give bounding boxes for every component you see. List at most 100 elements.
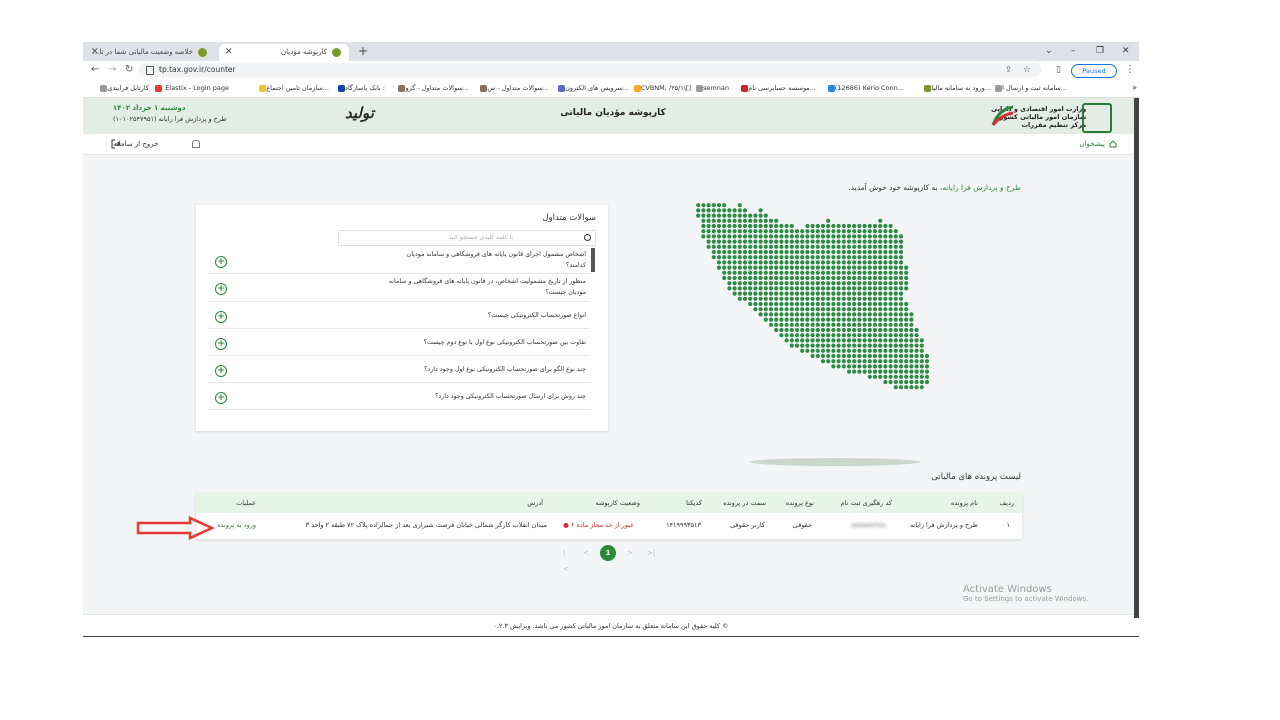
map-dot bbox=[852, 369, 857, 374]
home-link[interactable]: پیشخوان bbox=[1079, 134, 1105, 154]
map-dot bbox=[805, 249, 810, 255]
page-scrollbar[interactable] bbox=[1134, 98, 1139, 618]
map-dot bbox=[748, 234, 753, 239]
expand-plus-icon[interactable]: + bbox=[215, 256, 227, 268]
map-dot bbox=[794, 291, 800, 296]
map-dot bbox=[774, 218, 779, 223]
bookmark-item[interactable]: Elastix - Login page bbox=[155, 79, 229, 97]
faq-scrollbar[interactable] bbox=[591, 248, 595, 272]
bookmark-item[interactable]: بانک پاسارگاد : bbox=[335, 79, 385, 97]
map-dot bbox=[737, 249, 742, 255]
close-window-icon[interactable]: ✕ bbox=[1122, 44, 1130, 58]
share-icon[interactable]: ⇪ bbox=[1005, 63, 1012, 77]
next-page-icon[interactable]: > bbox=[627, 545, 633, 561]
faq-item[interactable]: منظور از تاریخ مشمولیت اشخاص، در قانون پ… bbox=[208, 274, 590, 302]
map-dot bbox=[888, 229, 893, 234]
bookmark-star-icon[interactable]: ☆ bbox=[1023, 63, 1031, 77]
minimize-icon[interactable]: – bbox=[1071, 44, 1076, 58]
map-dot bbox=[779, 229, 784, 234]
faq-item[interactable]: تفاوت بین صورتحساب الکترونیکی نوع اول با… bbox=[208, 329, 590, 356]
reload-icon[interactable]: ↻ bbox=[125, 63, 133, 77]
map-dot bbox=[831, 322, 836, 327]
faq-item[interactable]: انواع صورتحساب الکترونیکی چیست؟ + bbox=[208, 302, 590, 329]
tab-counter[interactable]: کارپوشه مؤدیان ✕ bbox=[219, 44, 349, 61]
first-page-icon[interactable]: |< bbox=[563, 545, 569, 577]
map-dot bbox=[846, 327, 852, 333]
map-dot bbox=[862, 249, 867, 255]
close-tab-icon[interactable]: ✕ bbox=[225, 44, 233, 61]
map-dot bbox=[867, 255, 872, 260]
welcome-text: ، به کارپوشه خود خوش آمدید. bbox=[848, 183, 943, 192]
faq-item[interactable]: اشخاص مشمول اجرای قانون پایانه های فروشگ… bbox=[208, 248, 590, 274]
map-dot bbox=[878, 369, 883, 374]
map-dot bbox=[774, 244, 779, 249]
map-dot bbox=[878, 327, 883, 333]
map-dot bbox=[789, 286, 794, 291]
map-dot bbox=[826, 229, 831, 234]
prev-page-icon[interactable]: < bbox=[583, 545, 589, 561]
bookmark-item[interactable]: سامانه ثبت و ارسال ا... bbox=[992, 79, 1067, 97]
expand-plus-icon[interactable]: + bbox=[215, 365, 227, 377]
faq-search-input[interactable]: با کلمه کلیدی جستجو کنید bbox=[338, 230, 596, 246]
more-bookmarks-icon[interactable]: » bbox=[1132, 79, 1137, 97]
map-dot bbox=[794, 244, 800, 249]
address-bar[interactable]: tp.tax.gov.ir/counter ⇪ ☆ bbox=[139, 63, 1041, 77]
expand-plus-icon[interactable]: + bbox=[215, 392, 227, 404]
map-dot bbox=[893, 249, 898, 255]
bookmark-item[interactable]: موسسه حسابرسی نام... bbox=[738, 79, 816, 97]
map-dot bbox=[742, 270, 748, 275]
bookmark-item[interactable]: (12686) Kerio Conn... bbox=[825, 79, 904, 97]
faq-item[interactable]: چند روش برای ارسال صورتحساب الکترونیکی و… bbox=[208, 383, 590, 410]
map-dot bbox=[893, 296, 898, 301]
faq-item[interactable]: چند نوع الگو برای صورتحساب الکترونیکی نو… bbox=[208, 356, 590, 383]
map-dot bbox=[862, 255, 867, 260]
map-dot bbox=[898, 359, 904, 364]
map-dot bbox=[815, 317, 820, 322]
map-dot bbox=[841, 270, 846, 275]
map-dot bbox=[893, 322, 898, 327]
expand-plus-icon[interactable]: + bbox=[215, 311, 227, 323]
expand-plus-icon[interactable]: + bbox=[215, 338, 227, 350]
bookmark-item[interactable]: سوالات متداول - س... bbox=[477, 79, 549, 97]
map-dot bbox=[805, 322, 810, 327]
home-icon[interactable] bbox=[1109, 140, 1117, 148]
logout-icon[interactable] bbox=[111, 139, 121, 149]
search-icon[interactable] bbox=[584, 234, 591, 241]
new-tab-button[interactable]: + bbox=[358, 44, 368, 59]
bell-icon[interactable] bbox=[192, 140, 200, 148]
tab-tax-status[interactable]: خلاصه وضعیت مالیاتی شما در تا... ✕ bbox=[85, 44, 215, 61]
map-dot bbox=[857, 249, 862, 255]
map-dot bbox=[794, 270, 800, 275]
map-dot bbox=[826, 265, 831, 270]
map-dot bbox=[784, 249, 789, 255]
bookmark-item[interactable]: سوالات متداول - گرو... bbox=[395, 79, 469, 97]
map-dot bbox=[805, 301, 810, 307]
profile-paused-button[interactable]: Paused bbox=[1071, 64, 1117, 78]
map-dot bbox=[810, 229, 815, 234]
map-dot bbox=[924, 359, 930, 364]
page-current[interactable]: 1 bbox=[600, 545, 616, 561]
bookmark-item[interactable]: سازمان تامین اجتماع... bbox=[256, 79, 329, 97]
bookmark-item[interactable]: کارتابل فرایندی bbox=[97, 79, 149, 97]
map-dot bbox=[878, 307, 883, 312]
last-page-icon[interactable]: >| bbox=[647, 545, 655, 561]
map-dot bbox=[820, 249, 826, 255]
bookmark-item[interactable]: ورود به سامانه مالیا... bbox=[921, 79, 991, 97]
maximize-icon[interactable]: ❐ bbox=[1096, 44, 1104, 58]
tab-search-icon[interactable]: ⌄ bbox=[1045, 44, 1053, 58]
expand-plus-icon[interactable]: + bbox=[215, 283, 227, 295]
forward-icon[interactable]: → bbox=[108, 63, 116, 77]
map-dot bbox=[810, 327, 815, 333]
bookmark-item[interactable]: semnan bbox=[693, 79, 729, 97]
back-icon[interactable]: ← bbox=[91, 63, 99, 77]
map-dot bbox=[924, 364, 930, 369]
menu-kebab-icon[interactable]: ⋮ bbox=[1125, 63, 1135, 77]
map-dot bbox=[846, 312, 852, 317]
map-dot bbox=[784, 327, 789, 333]
bookmark-item[interactable]: CVBNM, /۲۵/۱\[] bbox=[631, 79, 691, 97]
close-tab-icon[interactable]: ✕ bbox=[91, 44, 99, 61]
map-dot bbox=[815, 307, 820, 312]
sidepanel-icon[interactable]: ▯ bbox=[1056, 63, 1061, 77]
enter-file-link[interactable]: ورود به پرونده bbox=[217, 515, 256, 535]
bookmark-item[interactable]: سرویس های الکترون... bbox=[555, 79, 629, 97]
